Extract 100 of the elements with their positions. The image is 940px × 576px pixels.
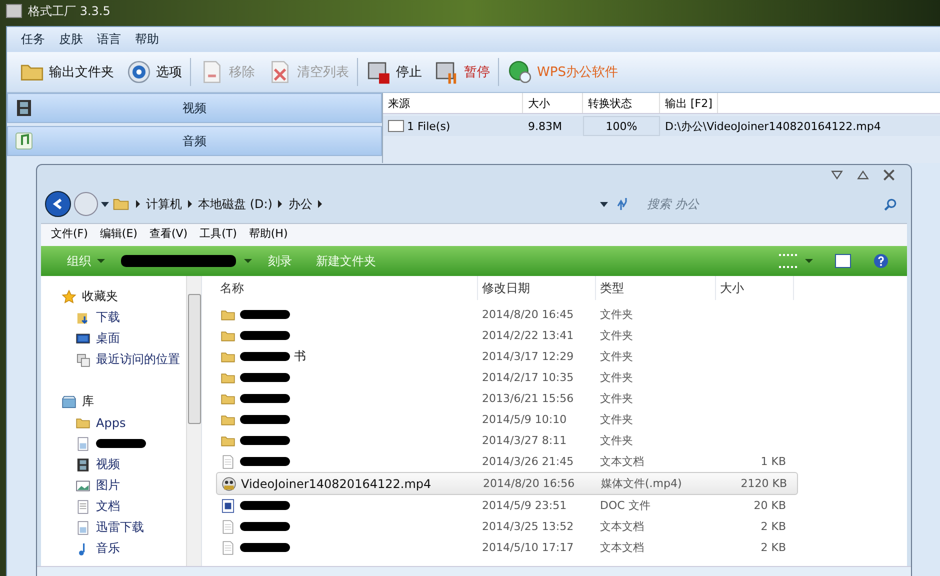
table-cell-text: 2120 KB <box>740 477 788 490</box>
column-header[interactable]: 修改日期 <box>478 276 596 300</box>
table-cell-text: 2014/3/25 13:52 <box>481 520 575 533</box>
file-list-icon <box>388 120 404 132</box>
category-bar[interactable]: 视频 <box>7 93 382 123</box>
menu-item[interactable]: 任务 <box>21 31 45 48</box>
column-header[interactable]: 转换状态 <box>583 93 660 113</box>
column-header[interactable]: 来源 <box>383 93 523 113</box>
toolbar-button[interactable]: 输出文件夹 <box>15 57 118 87</box>
file-row[interactable]: 2014/5/9 23:51 DOC 文件 20 KB <box>216 495 907 516</box>
nav-item[interactable]: 文档 <box>61 496 186 517</box>
doc-file-icon <box>220 498 236 514</box>
dropdown-arrow-icon[interactable] <box>600 202 608 206</box>
toolbar-button[interactable]: 选项 <box>122 57 186 87</box>
menu-item[interactable]: 查看(V) <box>149 226 188 244</box>
column-header[interactable]: 大小 <box>716 276 794 300</box>
table-cell: 100% <box>583 116 660 136</box>
menu-item[interactable]: 帮助(H) <box>248 226 288 244</box>
toolbar-button[interactable]: 停止 <box>362 57 426 87</box>
film-icon <box>14 98 34 118</box>
category-bar[interactable]: 音频 <box>7 126 382 156</box>
scrollbar-thumb[interactable] <box>188 294 201 424</box>
music-icon <box>14 131 34 151</box>
dropdown-arrow-icon[interactable] <box>244 259 252 263</box>
file-row[interactable]: 2014/3/25 13:52 文本文档 2 KB <box>216 516 907 537</box>
column-header[interactable]: 输出 [F2] <box>660 93 718 113</box>
breadcrumb-item[interactable]: 办公 <box>288 196 312 212</box>
breadcrumb-item[interactable]: 计算机 <box>146 196 182 212</box>
close-icon[interactable] <box>883 169 895 183</box>
menu-item[interactable]: 文件(F) <box>51 226 88 244</box>
column-header[interactable]: 类型 <box>596 276 716 300</box>
redaction-mark <box>96 439 146 448</box>
table-cell-text: 2 KB <box>760 520 787 533</box>
table-cell-text: 媒体文件(.mp4) <box>600 476 683 491</box>
column-header[interactable]: 大小 <box>523 93 583 113</box>
nav-item[interactable]: 收藏夹 <box>61 286 186 307</box>
file-row[interactable]: 2014/3/27 8:11 文件夹 <box>216 430 907 451</box>
nav-item[interactable]: 迅雷下载 <box>61 517 186 538</box>
menu-item[interactable]: 皮肤 <box>59 31 83 48</box>
chevron-icon <box>136 200 140 208</box>
text-file-icon <box>220 454 236 470</box>
back-button[interactable] <box>45 191 71 217</box>
dropdown-arrow-icon <box>97 259 105 263</box>
table-cell-text: 文件夹 <box>599 370 634 385</box>
table-cell-text: 2014/3/17 12:29 <box>481 350 575 363</box>
dropdown-arrow-icon[interactable] <box>805 259 813 263</box>
app-icon <box>6 4 22 18</box>
file-row[interactable]: 2014/5/10 17:17 文本文档 2 KB <box>216 537 907 558</box>
nav-item[interactable]: 桌面 <box>61 328 186 349</box>
menu-item[interactable]: 工具(T) <box>200 226 237 244</box>
table-cell-text: 文件夹 <box>599 307 634 322</box>
preview-pane-icon[interactable] <box>835 254 851 268</box>
nav-item[interactable]: 图片 <box>61 475 186 496</box>
menu-item[interactable]: 语言 <box>97 31 121 48</box>
nav-item[interactable]: 最近访问的位置 <box>61 349 186 370</box>
menu-item[interactable]: 帮助 <box>135 31 159 48</box>
table-cell-text: 2014/3/26 21:45 <box>481 455 575 468</box>
task-row[interactable]: 1 File(s) 9.83M 100% D:\办公\VideoJoiner140820164122.mp4 <box>383 116 940 136</box>
toolbar-button[interactable]: 暂停 <box>430 57 494 87</box>
file-row[interactable]: 2013/6/21 15:56 文件夹 <box>216 388 907 409</box>
table-cell-text: DOC 文件 <box>599 498 652 513</box>
file-name: 书 <box>294 348 306 365</box>
table-cell-text: 2014/5/10 17:17 <box>481 541 575 554</box>
table-cell-text: 2014/8/20 16:56 <box>482 477 576 490</box>
table-cell-text: 文件夹 <box>599 328 634 343</box>
file-row[interactable]: 2014/2/17 10:35 文件夹 <box>216 367 907 388</box>
table-cell-text: 2014/3/27 8:11 <box>481 434 568 447</box>
view-options-icon[interactable] <box>779 254 797 268</box>
address-bar[interactable]: 计算机 本地磁盘 (D:) 办公 <box>112 192 630 216</box>
table-cell-text: 2014/5/9 10:10 <box>481 413 568 426</box>
file-row[interactable]: 2014/2/22 13:41 文件夹 <box>216 325 907 346</box>
table-cell: 1 File(s) <box>407 120 450 132</box>
chevron-icon <box>318 200 322 208</box>
nav-item[interactable]: 视频 <box>61 454 186 475</box>
help-icon[interactable] <box>873 253 889 269</box>
table-cell-text: 2 KB <box>760 541 787 554</box>
file-row[interactable]: VideoJoiner140820164122.mp4 2014/8/20 16:56 媒体文件(.mp4) 2120 KB <box>216 472 798 495</box>
menu-item[interactable]: 编辑(E) <box>100 226 138 244</box>
nav-item[interactable]: 库 <box>61 391 186 412</box>
search-field[interactable]: 搜索 办公 <box>633 196 884 212</box>
file-row[interactable]: 书 2014/3/17 12:29 文件夹 <box>216 346 907 367</box>
table-cell-text: 2014/5/9 23:51 <box>481 499 568 512</box>
document-icon <box>75 520 91 536</box>
scrollbar[interactable] <box>186 276 201 566</box>
file-row[interactable]: 2014/3/26 21:45 文本文档 1 KB <box>216 451 907 472</box>
windows-icon <box>75 352 91 368</box>
media-file-icon <box>221 476 237 492</box>
nav-item[interactable]: 下载 <box>61 307 186 328</box>
file-row[interactable]: 2014/8/20 16:45 文件夹 <box>216 304 907 325</box>
table-cell-text: 2013/6/21 15:56 <box>481 392 575 405</box>
table-cell-text: 文本文档 <box>599 454 645 469</box>
file-row[interactable]: 2014/5/9 10:10 文件夹 <box>216 409 907 430</box>
column-header[interactable]: 名称 <box>216 276 478 300</box>
table-cell-text: 文本文档 <box>599 519 645 534</box>
breadcrumb-item[interactable]: 本地磁盘 (D:) <box>198 196 272 212</box>
nav-item[interactable]: Apps <box>61 412 186 433</box>
film-icon <box>75 456 91 472</box>
chevron-icon <box>188 200 192 208</box>
nav-item[interactable]: 音乐 <box>61 538 186 559</box>
star-icon <box>61 288 77 304</box>
